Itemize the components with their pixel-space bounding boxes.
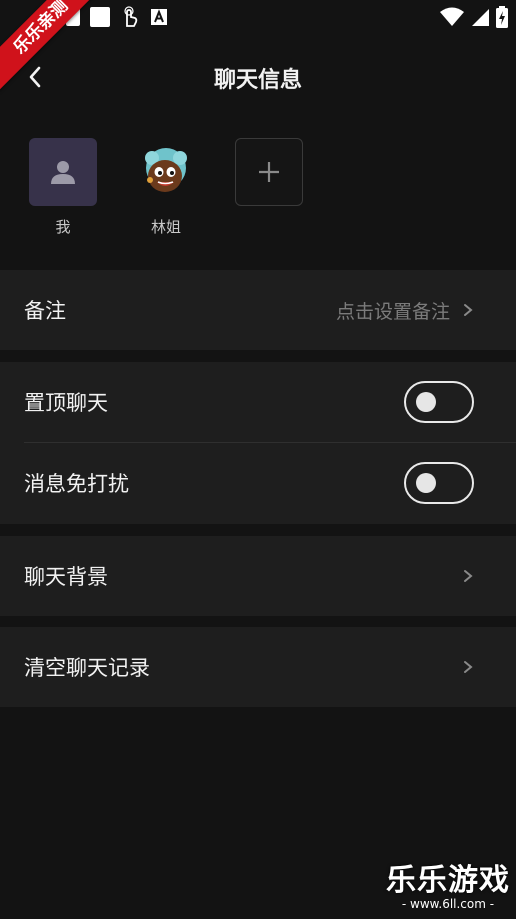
mute-toggle[interactable] (404, 462, 474, 504)
battery-charging-icon (496, 6, 508, 28)
status-bar-left (66, 6, 168, 28)
toggle-knob (416, 392, 436, 412)
chevron-right-icon (464, 304, 473, 316)
clear-history-label: 清空聊天记录 (24, 656, 150, 680)
member-list: 我 林姐 (0, 138, 516, 248)
add-member[interactable] (234, 138, 304, 206)
chat-background-label: 聊天背景 (24, 565, 108, 589)
settings-toggle-group: 置顶聊天 消息免打扰 (0, 362, 516, 524)
cartoon-avatar-icon (145, 148, 187, 192)
pin-chat-label: 置顶聊天 (24, 391, 108, 415)
notification-square-icon (90, 7, 110, 27)
member-name: 林姐 (150, 218, 181, 236)
avatar[interactable] (29, 138, 97, 206)
remark-row[interactable]: 备注 点击设置备注 (0, 270, 516, 350)
remark-label: 备注 (24, 299, 66, 323)
remark-value: 点击设置备注 (335, 300, 450, 323)
site-watermark: 乐乐游戏 - www.6ll.com - (386, 855, 510, 911)
chat-background-group: 聊天背景 (0, 536, 516, 616)
plus-icon (259, 162, 279, 182)
clear-history-row[interactable]: 清空聊天记录 (0, 627, 516, 707)
mute-label: 消息免打扰 (24, 472, 129, 496)
member-linjie[interactable]: 林姐 (131, 138, 201, 237)
wifi-icon (440, 7, 464, 26)
add-member-button[interactable] (235, 138, 303, 206)
touch-hand-icon (124, 6, 138, 27)
mute-row: 消息免打扰 (0, 442, 516, 524)
chevron-right-icon (464, 661, 473, 673)
status-bar-right (440, 6, 508, 28)
header: 聊天信息 (0, 46, 516, 106)
avatar[interactable] (132, 138, 200, 206)
chat-background-row[interactable]: 聊天背景 (0, 536, 516, 616)
clear-history-group: 清空聊天记录 (0, 627, 516, 707)
remark-group: 备注 点击设置备注 (0, 270, 516, 350)
page-title: 聊天信息 (213, 68, 302, 93)
watermark-sub: - www.6ll.com - (401, 897, 495, 911)
default-user-icon (51, 161, 75, 184)
member-name: 我 (55, 218, 71, 236)
toggle-knob (416, 473, 436, 493)
chevron-right-icon (464, 570, 473, 582)
watermark-main: 乐乐游戏 (386, 863, 510, 898)
pin-chat-row: 置顶聊天 (0, 362, 516, 442)
pin-chat-toggle[interactable] (404, 381, 474, 423)
app-a-icon (151, 9, 167, 25)
signal-icon (472, 9, 489, 26)
member-me[interactable]: 我 (28, 138, 98, 237)
